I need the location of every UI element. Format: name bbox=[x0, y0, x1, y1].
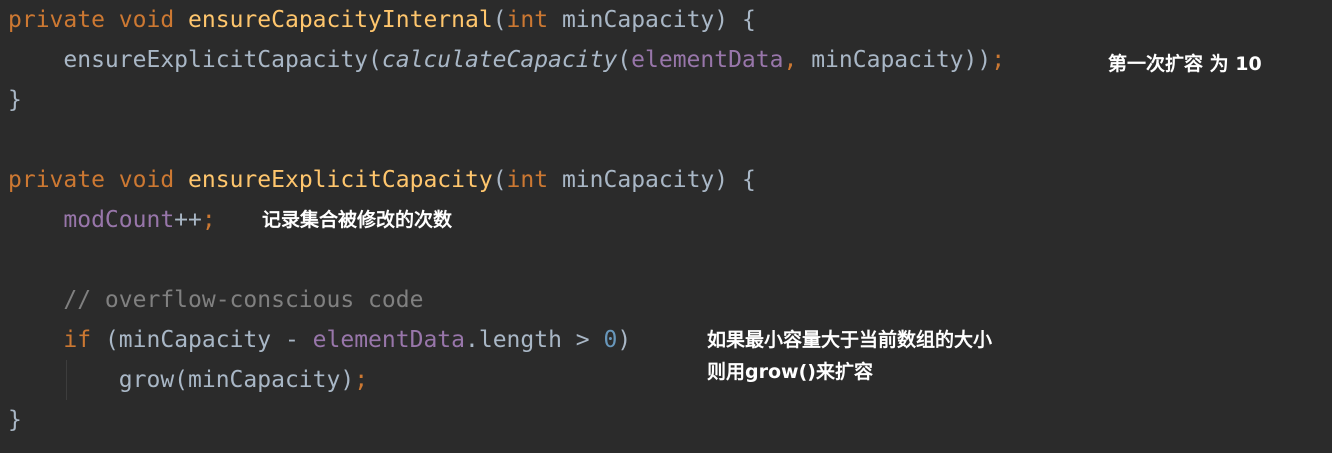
keyword-void: void bbox=[118, 167, 175, 193]
annotation-first-expand: 第一次扩容 为 10 bbox=[1108, 53, 1262, 75]
paren-brace: ) { bbox=[714, 167, 756, 193]
code-line-11[interactable]: } bbox=[8, 400, 22, 440]
code-comment: // overflow-conscious code bbox=[63, 287, 424, 313]
keyword-if: if bbox=[63, 327, 92, 353]
code-line-8[interactable]: // overflow-conscious code bbox=[8, 280, 423, 320]
paren: ( bbox=[492, 167, 507, 193]
code-line-2[interactable]: ensureExplicitCapacity(calculateCapacity… bbox=[8, 40, 1005, 80]
semicolon: ; bbox=[991, 47, 1006, 73]
code-line-9[interactable]: if (minCapacity - elementData.length > 0… bbox=[8, 320, 631, 360]
arg-name: minCapacity bbox=[811, 47, 964, 73]
annotation-modcount: 记录集合被修改的次数 bbox=[262, 209, 453, 231]
paren-brace: ) { bbox=[714, 7, 756, 33]
code-line-3[interactable]: } bbox=[8, 80, 22, 120]
method-name: ensureExplicitCapacity bbox=[188, 167, 493, 193]
keyword-private: private bbox=[8, 7, 105, 33]
semicolon: ; bbox=[201, 207, 216, 233]
keyword-void: void bbox=[118, 7, 175, 33]
closing-brace: } bbox=[8, 87, 22, 113]
operator: ++ bbox=[174, 207, 202, 233]
method-call: grow(minCapacity) bbox=[118, 367, 355, 393]
keyword-int: int bbox=[506, 7, 549, 33]
param-name: minCapacity bbox=[561, 167, 715, 193]
annotation-grow-line2: 则用grow()来扩容 bbox=[707, 361, 873, 383]
comma: , bbox=[783, 47, 798, 73]
length-compare: .length > bbox=[465, 327, 604, 353]
code-line-1[interactable]: private void ensureCapacityInternal(int … bbox=[8, 0, 756, 40]
field-ref: modCount bbox=[63, 207, 175, 233]
code-line-5[interactable]: private void ensureExplicitCapacity(int … bbox=[8, 160, 756, 200]
code-line-10[interactable]: grow(minCapacity); bbox=[8, 360, 368, 400]
closing-brace: } bbox=[8, 407, 22, 433]
static-method-call: calculateCapacity bbox=[381, 47, 618, 73]
keyword-private: private bbox=[8, 167, 105, 193]
param-name: minCapacity bbox=[561, 7, 715, 33]
paren: ( bbox=[368, 47, 382, 73]
paren: ) bbox=[617, 327, 632, 353]
code-line-6[interactable]: modCount++; bbox=[8, 200, 216, 240]
keyword-int: int bbox=[506, 167, 549, 193]
paren: )) bbox=[963, 47, 992, 73]
paren: ( bbox=[492, 7, 507, 33]
condition-start: (minCapacity - bbox=[104, 327, 313, 353]
number-literal: 0 bbox=[603, 327, 618, 353]
field-ref: elementData bbox=[312, 327, 465, 353]
field-ref: elementData bbox=[631, 47, 784, 73]
semicolon: ; bbox=[354, 367, 369, 393]
method-call: ensureExplicitCapacity bbox=[63, 47, 369, 73]
method-name: ensureCapacityInternal bbox=[188, 7, 493, 33]
annotation-grow-line1: 如果最小容量大于当前数组的大小 bbox=[707, 329, 993, 351]
code-editor[interactable]: private void ensureCapacityInternal(int … bbox=[0, 0, 1332, 453]
paren: ( bbox=[617, 47, 632, 73]
